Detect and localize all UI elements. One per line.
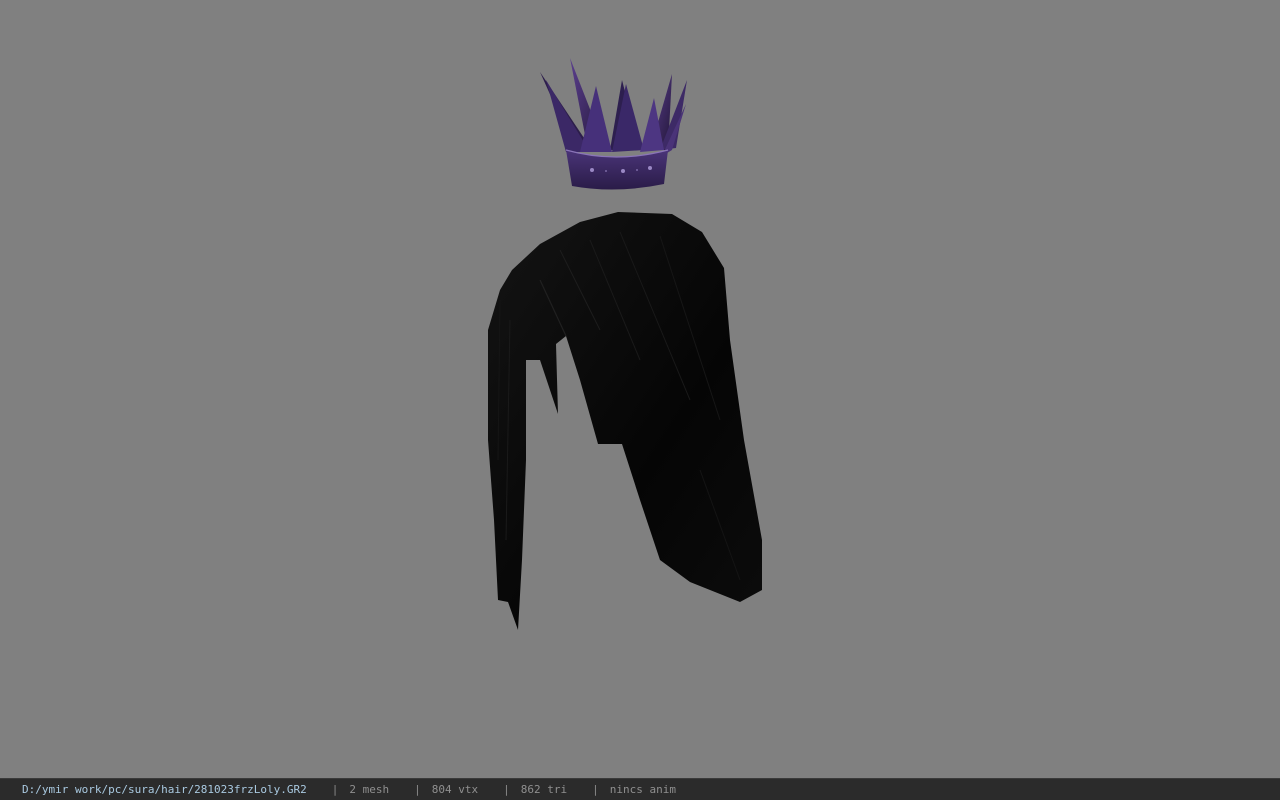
triangle-count: 862 tri <box>520 783 568 796</box>
animation-status: nincs anim <box>609 783 676 796</box>
3d-viewport[interactable] <box>0 0 1280 778</box>
separator: | <box>331 783 339 796</box>
status-bar: D:/ymir work/pc/sura/hair/281023frzLoly.… <box>0 778 1280 800</box>
vertex-count: 804 vtx <box>431 783 479 796</box>
separator: | <box>503 783 510 796</box>
model-render <box>488 58 762 630</box>
mesh-count: 2 mesh <box>349 783 390 796</box>
file-path: D:/ymir work/pc/sura/hair/281023frzLoly.… <box>22 783 307 796</box>
crown-mesh <box>540 58 687 190</box>
separator: | <box>592 783 599 796</box>
hair-mesh <box>488 212 762 630</box>
separator: | <box>414 783 421 796</box>
